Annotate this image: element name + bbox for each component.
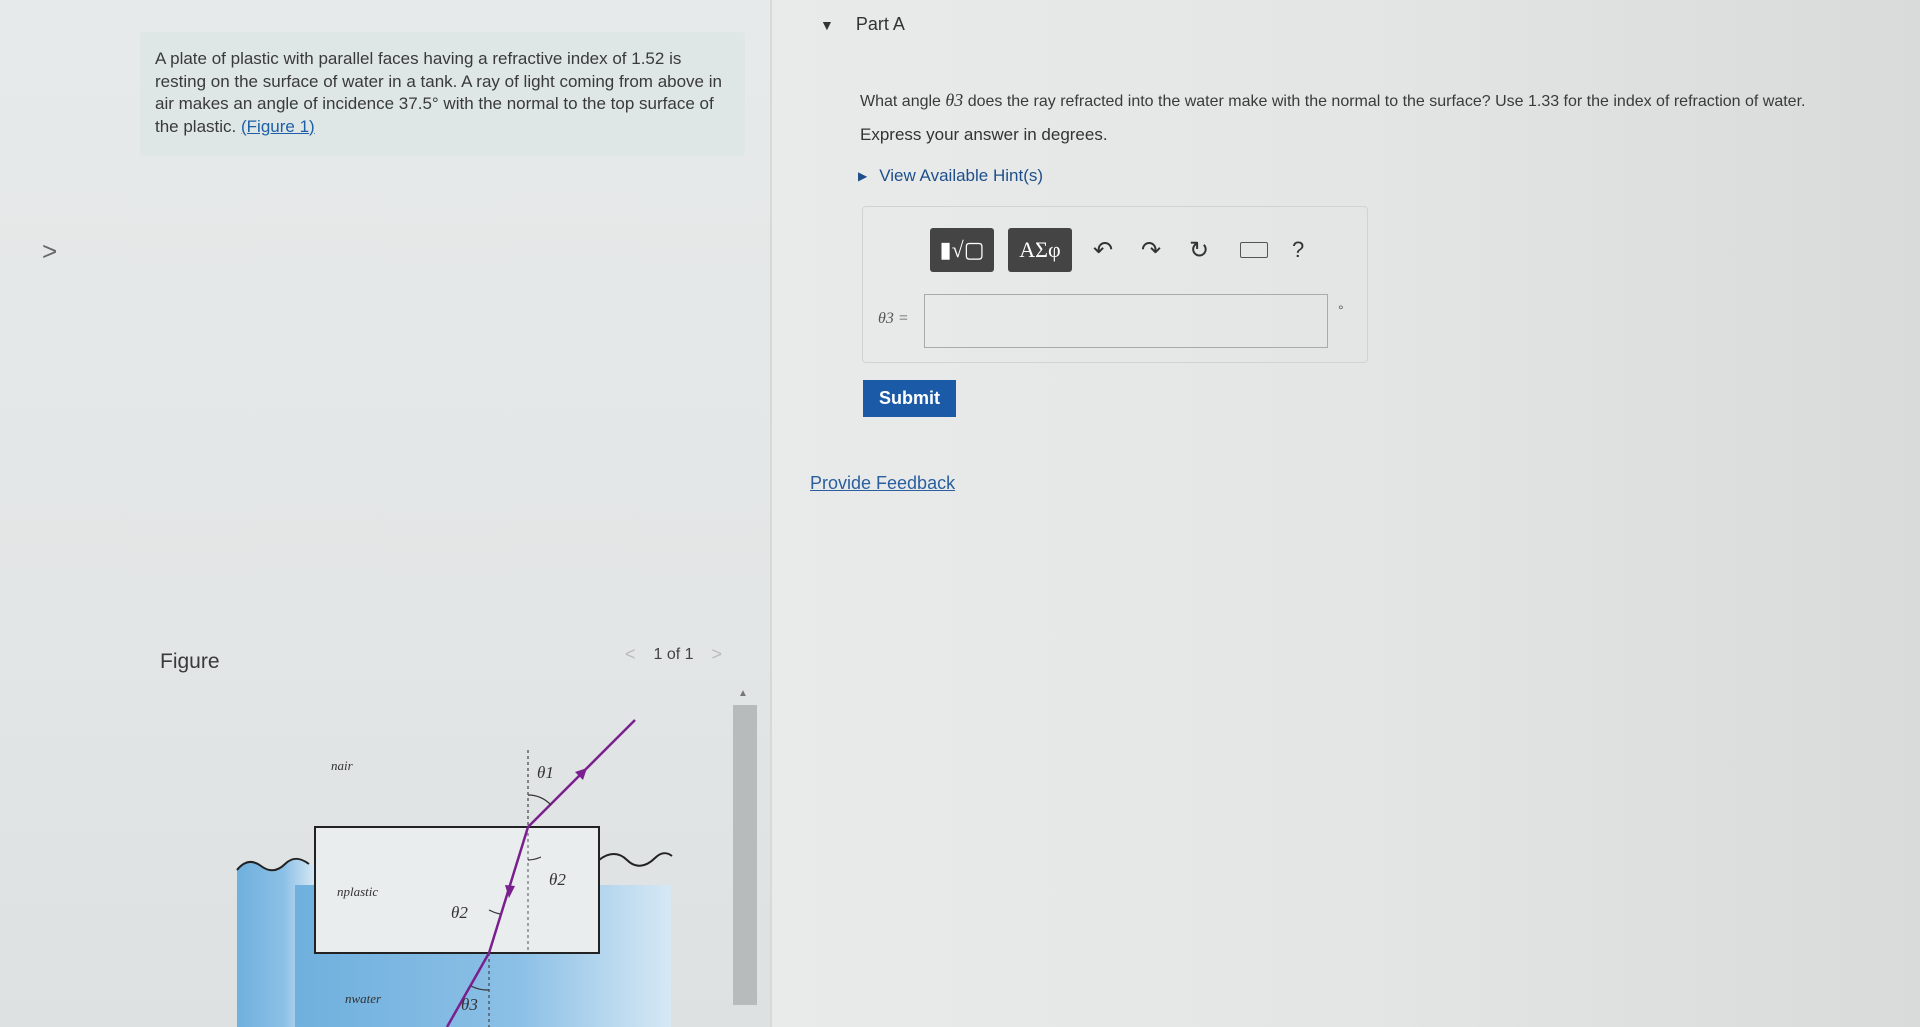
- n-water-label: nwater: [345, 991, 382, 1006]
- water-surface-right: [598, 852, 673, 867]
- submit-button[interactable]: Submit: [863, 380, 956, 417]
- part-header[interactable]: ▼ Part A: [820, 14, 905, 35]
- figure-pager: < 1 of 1 >: [625, 644, 722, 665]
- problem-intro: A plate of plastic with parallel faces h…: [155, 48, 735, 138]
- question-before: What angle: [860, 93, 941, 110]
- n-air-label: nair: [331, 758, 354, 773]
- pager-next-icon[interactable]: >: [712, 644, 723, 665]
- question-symbol: θ3: [945, 90, 964, 110]
- answer-label: θ3 =: [878, 310, 909, 327]
- figure-link[interactable]: (Figure 1): [241, 117, 315, 136]
- expand-arrow-icon[interactable]: >: [42, 236, 57, 267]
- scroll-up-icon[interactable]: ▲: [738, 688, 748, 699]
- math-templates-button[interactable]: ▮√▢: [930, 228, 994, 272]
- equation-toolbar: ▮√▢ ΑΣφ ↶ ↷ ↻ ?: [930, 228, 1304, 272]
- answer-instruction: Express your answer in degrees.: [860, 125, 1108, 144]
- part-title: Part A: [855, 14, 905, 34]
- n-plastic-label: nplastic: [337, 884, 378, 899]
- help-icon[interactable]: ?: [1292, 237, 1304, 263]
- hint-triangle-icon: ▶: [858, 169, 868, 183]
- refraction-figure: nair nplastic nwater θ1 θ2 θ2 θ3: [236, 719, 673, 1027]
- reset-icon[interactable]: ↻: [1182, 236, 1216, 265]
- hint-label: View Available Hint(s): [879, 166, 1044, 185]
- collapse-triangle-icon[interactable]: ▼: [820, 17, 834, 33]
- keyboard-icon[interactable]: [1240, 242, 1268, 258]
- theta2-left-label: θ2: [451, 903, 468, 922]
- undo-icon[interactable]: ↶: [1086, 236, 1120, 265]
- redo-icon[interactable]: ↷: [1134, 236, 1168, 265]
- question-text: What angle θ3 does the ray refracted int…: [860, 90, 1805, 111]
- figure-title: Figure: [160, 650, 220, 673]
- theta1-label: θ1: [537, 763, 554, 782]
- theta3-label: θ3: [461, 995, 478, 1014]
- question-after: does the ray refracted into the water ma…: [967, 93, 1806, 110]
- theta2-top-label: θ2: [549, 870, 566, 889]
- column-divider: [770, 0, 772, 1027]
- theta1-arc: [527, 794, 552, 806]
- pager-count: 1 of 1: [653, 645, 694, 663]
- degree-unit: °: [1338, 302, 1344, 318]
- answer-input[interactable]: [924, 294, 1328, 348]
- figure-scrollbar[interactable]: [733, 705, 757, 1005]
- greek-symbols-button[interactable]: ΑΣφ: [1008, 228, 1072, 272]
- pager-prev-icon[interactable]: <: [625, 644, 636, 665]
- provide-feedback-link[interactable]: Provide Feedback: [810, 473, 955, 494]
- view-hints-toggle[interactable]: ▶ View Available Hint(s): [858, 166, 1043, 186]
